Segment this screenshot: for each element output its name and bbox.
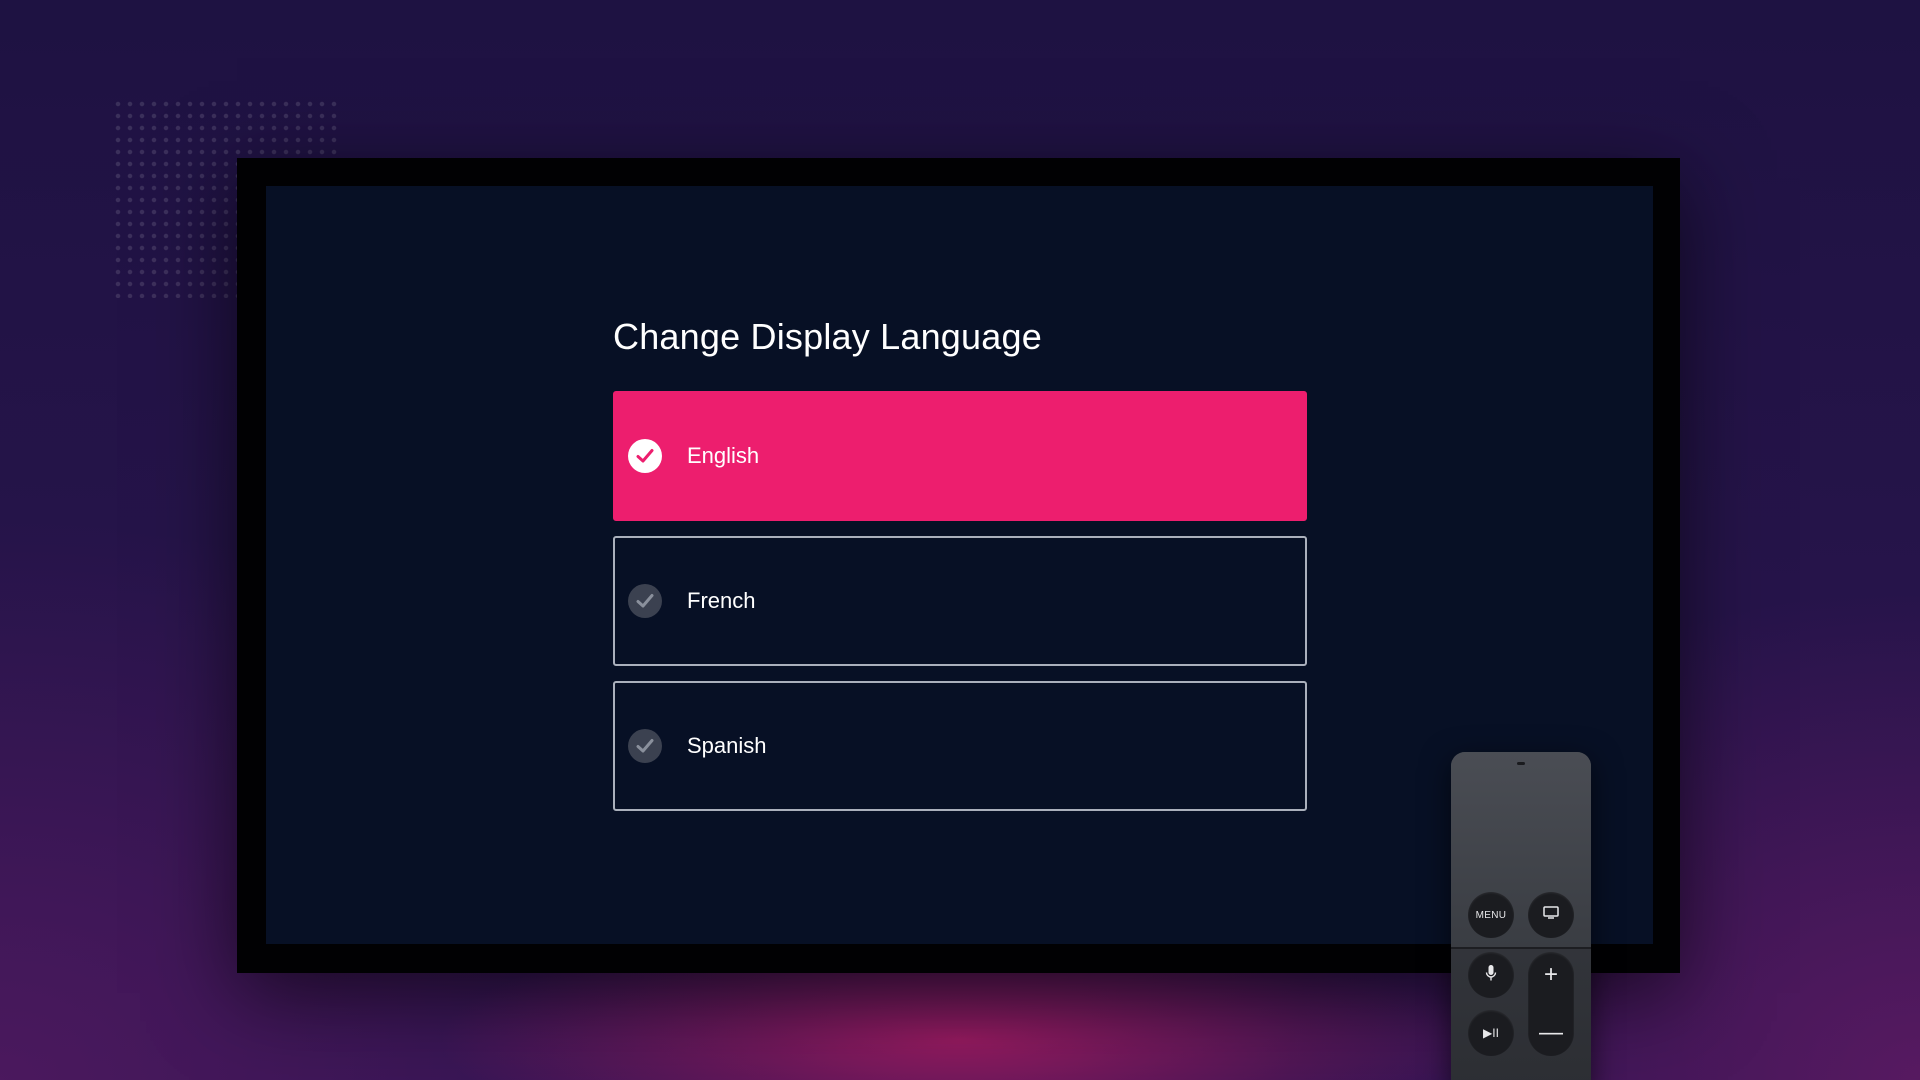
language-label: French <box>687 588 756 613</box>
check-icon <box>628 439 662 473</box>
tv-screen: Change Display Language English French S… <box>266 186 1653 944</box>
remote-tv-button[interactable] <box>1528 892 1574 938</box>
language-list: English French Spanish <box>613 391 1307 826</box>
language-label: English <box>687 443 760 468</box>
check-icon <box>628 584 662 618</box>
remote-volume-up-button[interactable]: + <box>1528 952 1574 998</box>
remote-volume-rocker: + — <box>1528 952 1574 1056</box>
language-option-english[interactable]: English <box>613 391 1307 521</box>
microphone-icon <box>1485 964 1497 987</box>
language-label: Spanish <box>687 733 767 758</box>
tv-icon <box>1543 906 1559 924</box>
tv-remote: MENU ▶II + — <box>1451 752 1591 1080</box>
remote-play-pause-button[interactable]: ▶II <box>1468 1010 1514 1056</box>
page-title: Change Display Language <box>613 316 1042 357</box>
remote-menu-button[interactable]: MENU <box>1468 892 1514 938</box>
remote-volume-down-button[interactable]: — <box>1528 1010 1574 1056</box>
check-icon <box>628 729 662 763</box>
remote-sensor <box>1517 762 1525 765</box>
language-option-french[interactable]: French <box>613 536 1307 666</box>
language-option-spanish[interactable]: Spanish <box>613 681 1307 811</box>
remote-microphone-button[interactable] <box>1468 952 1514 998</box>
scene-background: Change Display Language English French S… <box>0 0 1920 1080</box>
